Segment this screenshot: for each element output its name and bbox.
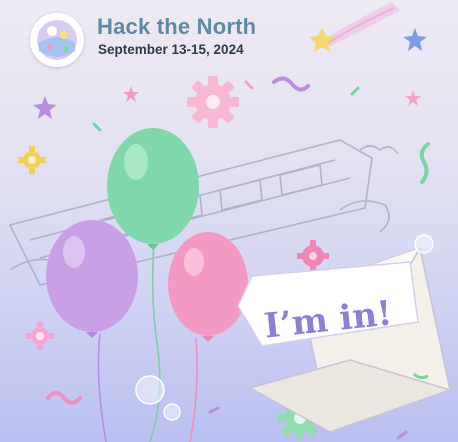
star-icon (33, 96, 57, 119)
star-icon (123, 86, 139, 102)
event-title: Hack the North (97, 14, 257, 39)
gear-icon (18, 146, 46, 174)
logo-icon (37, 20, 77, 60)
gear-icon (26, 322, 54, 350)
gear-icon (187, 76, 239, 128)
hack-the-north-logo (30, 13, 84, 67)
balloon-icon (168, 232, 248, 342)
star-icon (403, 28, 427, 51)
gear-icon (297, 240, 329, 272)
hack-the-north-card: Hack the North September 13-15, 2024 I’m… (0, 0, 458, 442)
balloon-icon (107, 128, 199, 250)
star-icon (405, 90, 421, 106)
balloon-icon (46, 220, 138, 338)
event-dates: September 13-15, 2024 (98, 42, 244, 57)
shooting-star-icon (309, 2, 400, 52)
